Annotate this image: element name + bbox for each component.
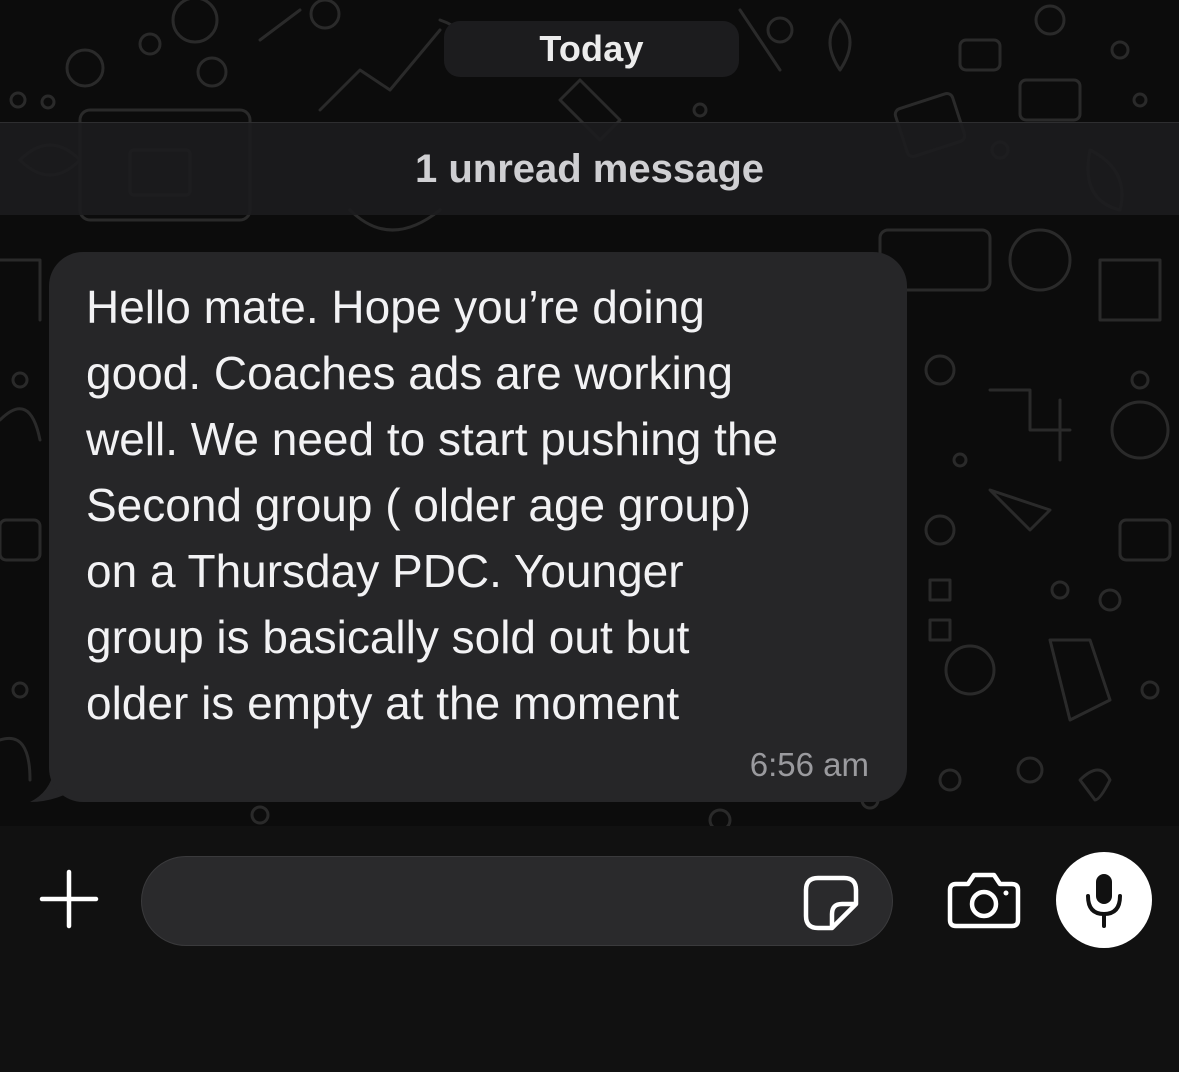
camera-icon	[947, 872, 1021, 929]
unread-messages-banner: 1 unread message	[0, 122, 1179, 215]
sticker-icon	[803, 875, 859, 931]
microphone-icon	[1086, 874, 1122, 928]
attach-button[interactable]	[36, 866, 102, 932]
message-timestamp: 6:56 am	[749, 746, 869, 783]
date-separator: Today	[444, 21, 739, 77]
message-input-field[interactable]	[141, 856, 893, 946]
camera-button[interactable]	[944, 866, 1024, 934]
chat-screen: Today 1 unread message Hello mate. Hope …	[0, 0, 1179, 1072]
sticker-button[interactable]	[800, 872, 862, 934]
message-input[interactable]	[172, 875, 796, 929]
plus-icon	[39, 869, 99, 929]
incoming-message-bubble[interactable]: Hello mate. Hope you’re doing good. Coac…	[49, 252, 907, 802]
voice-record-button[interactable]	[1056, 852, 1152, 948]
message-text: Hello mate. Hope you’re doing good. Coac…	[86, 281, 779, 729]
